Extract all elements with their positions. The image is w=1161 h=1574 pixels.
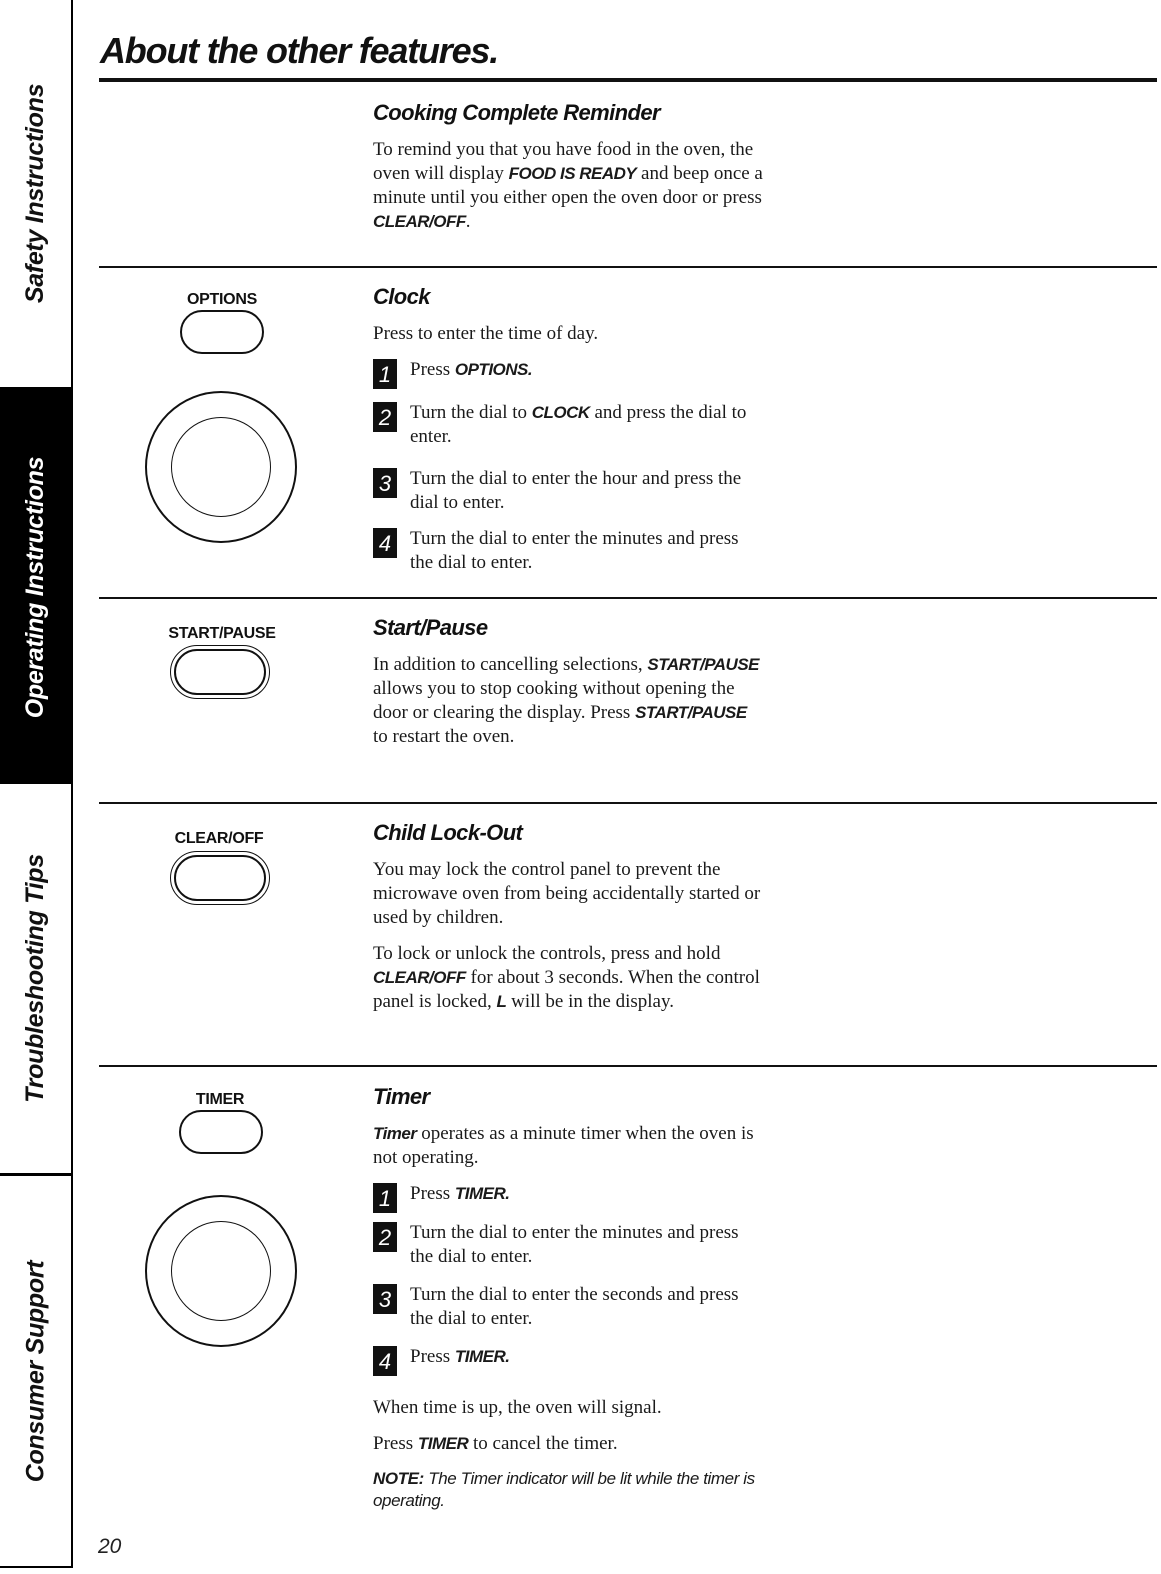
timer-note: NOTE: The Timer indicator will be lit wh… bbox=[373, 1469, 755, 1510]
dial-knob-icon bbox=[145, 391, 297, 543]
step-number-badge: 2 bbox=[373, 1222, 397, 1252]
page-number: 20 bbox=[98, 1535, 122, 1558]
step-number-badge: 4 bbox=[373, 528, 397, 558]
tab-safety-instructions[interactable]: Safety Instructions bbox=[0, 0, 71, 391]
step-number-badge: 4 bbox=[373, 1346, 397, 1376]
step-item: 3 Turn the dial to enter the seconds and… bbox=[373, 1283, 763, 1331]
step-number-badge: 2 bbox=[373, 402, 397, 432]
tab-label: Operating Instructions bbox=[21, 456, 50, 719]
header-divider bbox=[99, 78, 1157, 82]
tab-label: Troubleshooting Tips bbox=[21, 854, 50, 1103]
section-paragraph: Press TIMER to cancel the timer. bbox=[373, 1433, 618, 1454]
step-text: Press TIMER. bbox=[410, 1346, 510, 1367]
step-item: 2 Turn the dial to enter the minutes and… bbox=[373, 1221, 763, 1269]
step-item: 4 Turn the dial to enter the minutes and… bbox=[373, 527, 763, 575]
step-text: Turn the dial to enter the minutes and p… bbox=[410, 528, 739, 573]
section-paragraph: You may lock the control panel to preven… bbox=[373, 859, 761, 928]
dial-knob-icon bbox=[145, 1195, 297, 1347]
step-item: 3 Turn the dial to enter the hour and pr… bbox=[373, 467, 763, 515]
section-tabs: Safety Instructions Operating Instructio… bbox=[0, 0, 73, 1568]
section-timer: Timer Timer operates as a minute timer w… bbox=[373, 1084, 763, 1512]
section-title: Start/Pause bbox=[373, 615, 488, 640]
section-divider bbox=[99, 802, 1157, 804]
step-text: Turn the dial to enter the seconds and p… bbox=[410, 1284, 739, 1329]
step-text: Turn the dial to enter the minutes and p… bbox=[410, 1222, 739, 1267]
section-paragraph: In addition to cancelling selections, ST… bbox=[373, 654, 759, 747]
keyword: CLEAR/OFF bbox=[373, 212, 466, 231]
section-divider bbox=[99, 597, 1157, 599]
keyword: FOOD IS READY bbox=[508, 164, 637, 183]
step-number-badge: 1 bbox=[373, 359, 397, 389]
section-title: Child Lock-Out bbox=[373, 820, 523, 845]
section-paragraph: To lock or unlock the controls, press an… bbox=[373, 943, 760, 1012]
page-title: About the other features. bbox=[100, 30, 499, 71]
clear-off-button-icon bbox=[170, 851, 270, 905]
start-pause-button-icon bbox=[170, 645, 270, 699]
section-paragraph: To remind you that you have food in the … bbox=[373, 139, 763, 232]
tab-label: Consumer Support bbox=[21, 1260, 49, 1482]
step-item: 1 Press TIMER. bbox=[373, 1182, 763, 1213]
section-paragraph: When time is up, the oven will signal. bbox=[373, 1397, 662, 1418]
step-text: Turn the dial to CLOCK and press the dia… bbox=[410, 402, 747, 447]
section-divider bbox=[99, 266, 1157, 268]
step-text: Turn the dial to enter the hour and pres… bbox=[410, 468, 742, 513]
section-paragraph: Press to enter the time of day. bbox=[373, 323, 599, 344]
tab-troubleshooting-tips[interactable]: Troubleshooting Tips bbox=[0, 784, 71, 1176]
section-paragraph: Timer operates as a minute timer when th… bbox=[373, 1123, 754, 1168]
section-start-pause: Start/Pause In addition to cancelling se… bbox=[373, 615, 763, 761]
tab-consumer-support[interactable]: Consumer Support bbox=[0, 1176, 71, 1568]
section-title: Clock bbox=[373, 284, 431, 309]
section-cooking-complete-reminder: Cooking Complete Reminder To remind you … bbox=[373, 100, 763, 246]
section-title: Timer bbox=[373, 1084, 430, 1109]
step-number-badge: 1 bbox=[373, 1183, 397, 1213]
section-child-lock-out: Child Lock-Out You may lock the control … bbox=[373, 820, 763, 1026]
step-item: 1 Press OPTIONS. bbox=[373, 358, 763, 389]
options-button-icon bbox=[180, 310, 264, 354]
clear-off-button-label: CLEAR/OFF bbox=[174, 830, 264, 847]
step-text: Press TIMER. bbox=[410, 1183, 510, 1204]
timer-button-label: TIMER bbox=[195, 1091, 245, 1108]
section-divider bbox=[99, 1065, 1157, 1067]
step-text: Press OPTIONS. bbox=[410, 359, 533, 380]
section-clock: Clock Press to enter the time of day. 1 … bbox=[373, 284, 763, 587]
step-number-badge: 3 bbox=[373, 468, 397, 498]
section-title: Cooking Complete Reminder bbox=[373, 100, 661, 125]
start-pause-button-label: START/PAUSE bbox=[168, 625, 276, 642]
step-number-badge: 3 bbox=[373, 1284, 397, 1314]
step-item: 4 Press TIMER. bbox=[373, 1345, 763, 1376]
tab-operating-instructions[interactable]: Operating Instructions bbox=[0, 391, 71, 784]
step-item: 2 Turn the dial to CLOCK and press the d… bbox=[373, 401, 763, 449]
options-button-label: OPTIONS bbox=[187, 291, 257, 308]
tab-label: Safety Instructions bbox=[21, 83, 50, 304]
timer-button-icon bbox=[179, 1110, 263, 1154]
